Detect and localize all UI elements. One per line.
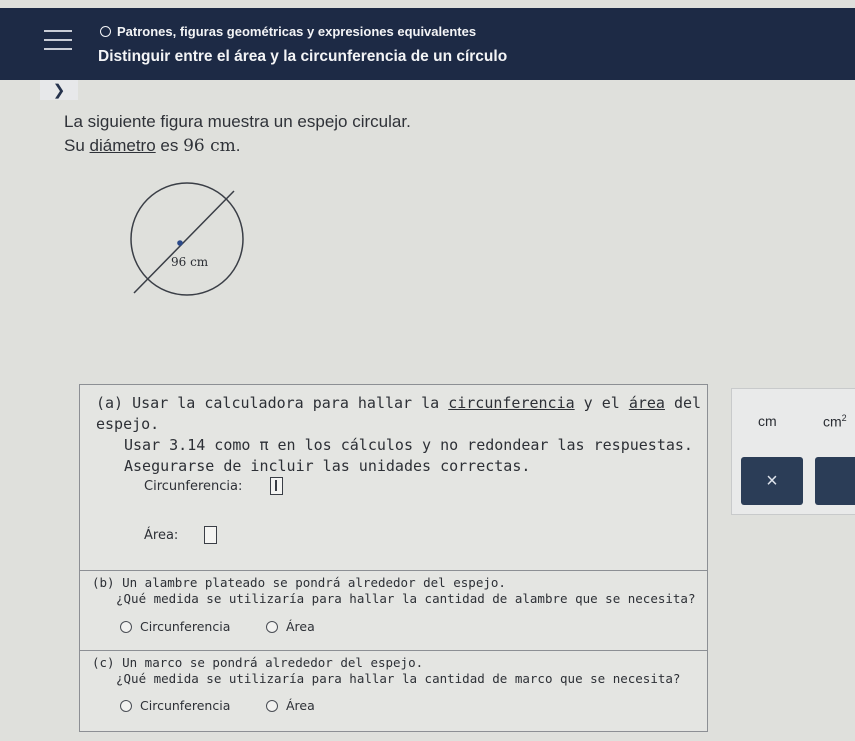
part-c-option-circumference[interactable]: Circunferencia (120, 698, 230, 713)
part-a-line-3: Asegurarse de incluir las unidades corre… (124, 457, 531, 475)
part-b-line-2: ¿Qué medida se utilizaría para hallar la… (116, 591, 696, 606)
circumference-label: Circunferencia: (144, 479, 243, 494)
unit-cm2-button[interactable]: cm2 (823, 413, 847, 430)
unit-base: cm (823, 413, 842, 430)
part-c-line-2: ¿Qué medida se utilizaría para hallar la… (116, 671, 681, 686)
part-b-label: (b) (92, 575, 115, 590)
page-title: Distinguir entre el área y la circunfere… (98, 48, 508, 65)
area-label: Área: (144, 528, 179, 543)
unit-exponent: 2 (841, 413, 847, 423)
diameter-label: 96 cm (171, 255, 209, 269)
unit-toolbar: cm cm2 × (731, 388, 855, 515)
part-c-label: (c) (92, 655, 115, 670)
area-input[interactable] (204, 526, 217, 544)
option-label: Circunferencia (140, 698, 231, 713)
mirror-circle-figure: 96 cm (130, 182, 244, 296)
option-label: Circunferencia (140, 619, 231, 634)
part-b-text: Un alambre plateado se pondrá alrededor … (122, 575, 506, 590)
part-a-line-1: (a) Usar la calculadora para hallar la c… (96, 393, 707, 435)
part-a-label: (a) (96, 394, 124, 412)
part-a: (a) Usar la calculadora para hallar la c… (96, 393, 707, 477)
radio-button[interactable] (120, 620, 132, 633)
prompt-text: Su (64, 136, 90, 155)
part-c: (c) Un marco se pondrá alrededor del esp… (92, 655, 680, 687)
chevron-down-icon[interactable]: ❯ (40, 80, 78, 100)
part-c-option-area[interactable]: Área (266, 698, 315, 713)
header-bar: Patrones, figuras geométricas y expresio… (0, 8, 855, 80)
option-label: Área (286, 698, 315, 713)
topic-text: Patrones, figuras geométricas y expresio… (117, 24, 477, 39)
unit-cm-button[interactable]: cm (758, 413, 777, 429)
part-b-line-1: (b) Un alambre plateado se pondrá alrede… (92, 575, 695, 591)
prompt-line-1: La siguiente figura muestra un espejo ci… (64, 112, 411, 131)
prompt-text: . (235, 136, 241, 155)
circumference-link[interactable]: circunferencia (448, 394, 574, 412)
part-c-line-1: (c) Un marco se pondrá alrededor del esp… (92, 655, 680, 671)
prompt-text: es (155, 136, 184, 155)
radio-button[interactable] (266, 699, 278, 712)
circle-icon (100, 26, 111, 37)
diameter-line (133, 190, 235, 294)
part-b: (b) Un alambre plateado se pondrá alrede… (92, 575, 695, 607)
circumference-input[interactable] (270, 477, 283, 495)
topic-title[interactable]: Patrones, figuras geométricas y expresio… (100, 24, 476, 39)
question-panel: (a) Usar la calculadora para hallar la c… (79, 384, 708, 732)
clear-button[interactable]: × (741, 457, 803, 505)
radio-button[interactable] (266, 620, 278, 633)
diameter-value: 96 cm (183, 136, 236, 156)
prompt-line-2: Su diámetro es 96 cm. (64, 136, 241, 156)
part-c-text: Un marco se pondrá alrededor del espejo. (122, 655, 424, 670)
part-a-text: Usar la calculadora para hallar la (132, 394, 449, 412)
next-button[interactable] (815, 457, 855, 505)
part-a-text: y el (574, 394, 629, 412)
menu-icon[interactable] (44, 30, 72, 50)
part-b-option-circumference[interactable]: Circunferencia (120, 619, 230, 634)
diameter-link[interactable]: diámetro (90, 136, 156, 155)
option-label: Área (286, 619, 315, 634)
divider (80, 650, 707, 651)
part-a-line-2: Usar 3.14 como π en los cálculos y no re… (124, 436, 693, 454)
center-point (177, 240, 183, 246)
radio-button[interactable] (120, 699, 132, 712)
area-link[interactable]: área (629, 394, 665, 412)
part-b-option-area[interactable]: Área (266, 619, 315, 634)
divider (80, 570, 707, 571)
